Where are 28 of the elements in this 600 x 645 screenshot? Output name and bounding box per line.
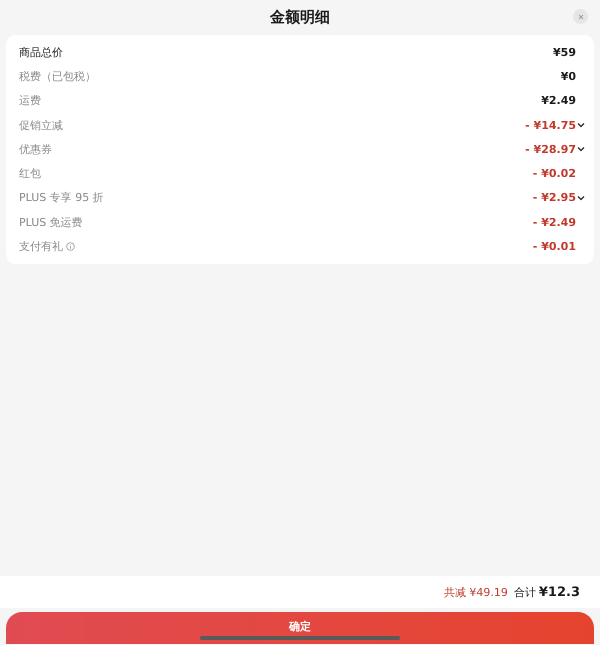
close-icon <box>578 14 584 20</box>
saved-amount: 共减 ¥49.19 <box>444 584 508 600</box>
row-label: 运费 <box>19 93 41 108</box>
row-label: 支付有礼 <box>19 239 63 254</box>
row-label: 优惠券 <box>19 142 52 157</box>
row-amount: - ¥28.97 <box>525 142 576 156</box>
total-amount: ¥12.3 <box>538 584 580 600</box>
row-label: PLUS 免运费 <box>19 214 83 230</box>
row-amount: - ¥0.02 <box>532 167 576 180</box>
chevron-down-icon[interactable] <box>576 146 586 152</box>
row-amount: ¥0 <box>560 70 576 83</box>
row-amount: ¥59 <box>553 46 576 59</box>
row-label: 税费（已包税） <box>19 68 96 84</box>
chevron-down-icon[interactable] <box>576 122 586 128</box>
info-icon[interactable] <box>66 242 75 252</box>
row-label: 红包 <box>19 166 41 182</box>
row-amount: ¥2.49 <box>541 94 576 108</box>
row-amount: - ¥14.75 <box>525 118 576 132</box>
chevron-down-icon[interactable] <box>576 194 586 201</box>
row-label: PLUS 专享 95 折 <box>19 190 104 206</box>
confirm-button[interactable]: 确定 <box>6 612 594 644</box>
row-amount: - ¥0.01 <box>532 240 576 254</box>
row-amount: - ¥2.95 <box>532 191 576 204</box>
total-label: 合计 <box>514 584 536 600</box>
row-label: 商品总价 <box>19 44 63 60</box>
dialog-title: 金额明细 <box>270 8 330 26</box>
row-label: 促销立减 <box>19 118 63 133</box>
row-amount: - ¥2.49 <box>532 216 576 229</box>
